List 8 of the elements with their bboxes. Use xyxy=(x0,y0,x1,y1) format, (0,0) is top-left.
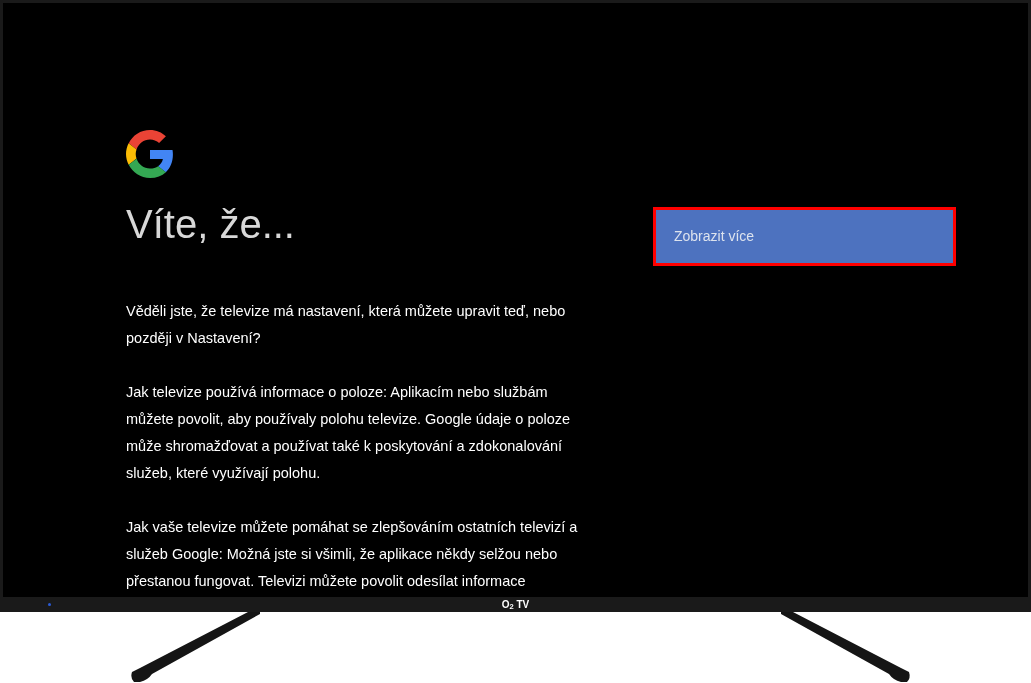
page-title: Víte, že... xyxy=(126,201,296,248)
brand-logo: O$_{2}$ TV xyxy=(501,598,530,611)
paragraph: Jak televize používá informace o poloze: Aplikacím nebo službám můžete povolit, aby používaly polohu televize. Google údaje o poloze může shromažďovat a používat také k poskytování a zdokonalování služeb, které využívají polohu. xyxy=(126,383,572,483)
show-more-button[interactable]: Zobrazit více xyxy=(653,207,956,266)
paragraph: Jak vaše televize můžete pomáhat se zlepšováním ostatních televizí a služeb Google: Možná jste si všimli, že aplikace někdy selžou nebo přestanou fungovat. Televizi můžete povolit odesílat informace xyxy=(126,518,579,591)
power-led-icon xyxy=(48,603,51,606)
google-logo-icon xyxy=(126,130,174,178)
paragraph: Věděli jste, že televize má nastavení, která můžete upravit teď, nebo později v Nastavení? xyxy=(126,302,567,348)
